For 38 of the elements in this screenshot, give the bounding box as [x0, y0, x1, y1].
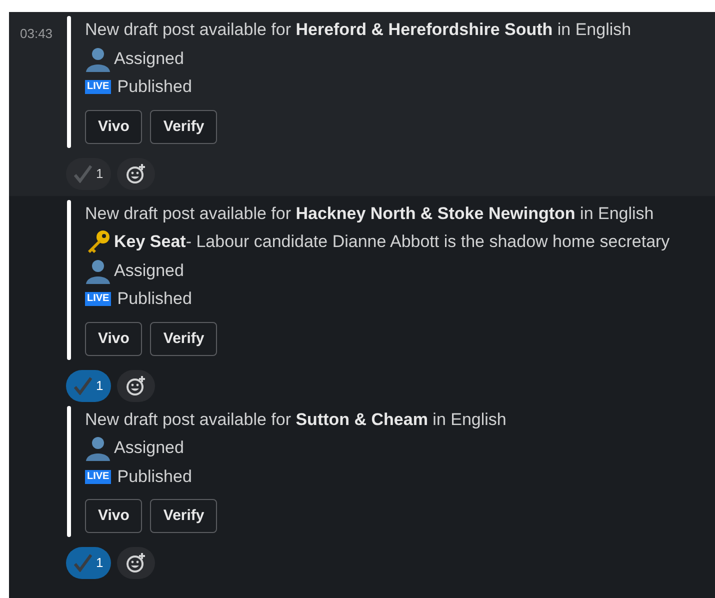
add-reaction-icon — [125, 552, 148, 574]
message-text: New draft post available for Hereford & Herefordshire South in English — [85, 19, 632, 41]
add-reaction-button[interactable] — [117, 370, 156, 402]
add-reaction-icon — [125, 162, 148, 184]
live-badge: LIVE — [85, 470, 112, 484]
checkmark-icon — [74, 376, 92, 394]
reaction-count: 1 — [96, 164, 104, 183]
action-button[interactable]: Verify — [150, 110, 218, 144]
message-text: Assigned — [114, 260, 184, 282]
action-button[interactable]: Vivo — [85, 322, 142, 356]
timestamp: 03:43 — [20, 26, 53, 41]
message-text: Assigned — [114, 48, 184, 70]
checkmark-icon — [74, 554, 92, 572]
live-badge: LIVE — [85, 80, 112, 94]
message-text: New draft post available for Hackney North & Stoke Newington in English — [85, 202, 654, 225]
checkmark-icon — [74, 164, 92, 182]
reaction-button[interactable]: 1 — [66, 547, 112, 579]
person-icon — [85, 435, 111, 462]
message-text: New draft post available for Sutton & Cheam in English — [85, 408, 506, 430]
person-icon — [85, 258, 111, 284]
action-button[interactable]: Verify — [150, 322, 218, 356]
message-text: Published — [117, 288, 192, 310]
message-text: Assigned — [114, 437, 184, 459]
action-button[interactable]: Vivo — [85, 110, 142, 144]
live-badge: LIVE — [85, 292, 112, 306]
add-reaction-button[interactable] — [117, 158, 156, 190]
message-text: Key Seat- Labour candidate Dianne Abbott is the shadow home secretary — [114, 231, 670, 253]
reaction-button[interactable]: 1 — [66, 370, 112, 402]
person-icon — [85, 46, 111, 72]
add-reaction-icon — [125, 374, 148, 396]
add-reaction-button[interactable] — [117, 547, 156, 579]
message-text: Published — [117, 76, 192, 98]
action-button[interactable]: Verify — [150, 499, 218, 533]
reaction-button[interactable]: 1 — [66, 158, 112, 190]
message-text: Published — [117, 466, 192, 488]
reaction-count: 1 — [96, 554, 104, 572]
reaction-count: 1 — [96, 376, 104, 395]
action-button[interactable]: Vivo — [85, 499, 142, 533]
